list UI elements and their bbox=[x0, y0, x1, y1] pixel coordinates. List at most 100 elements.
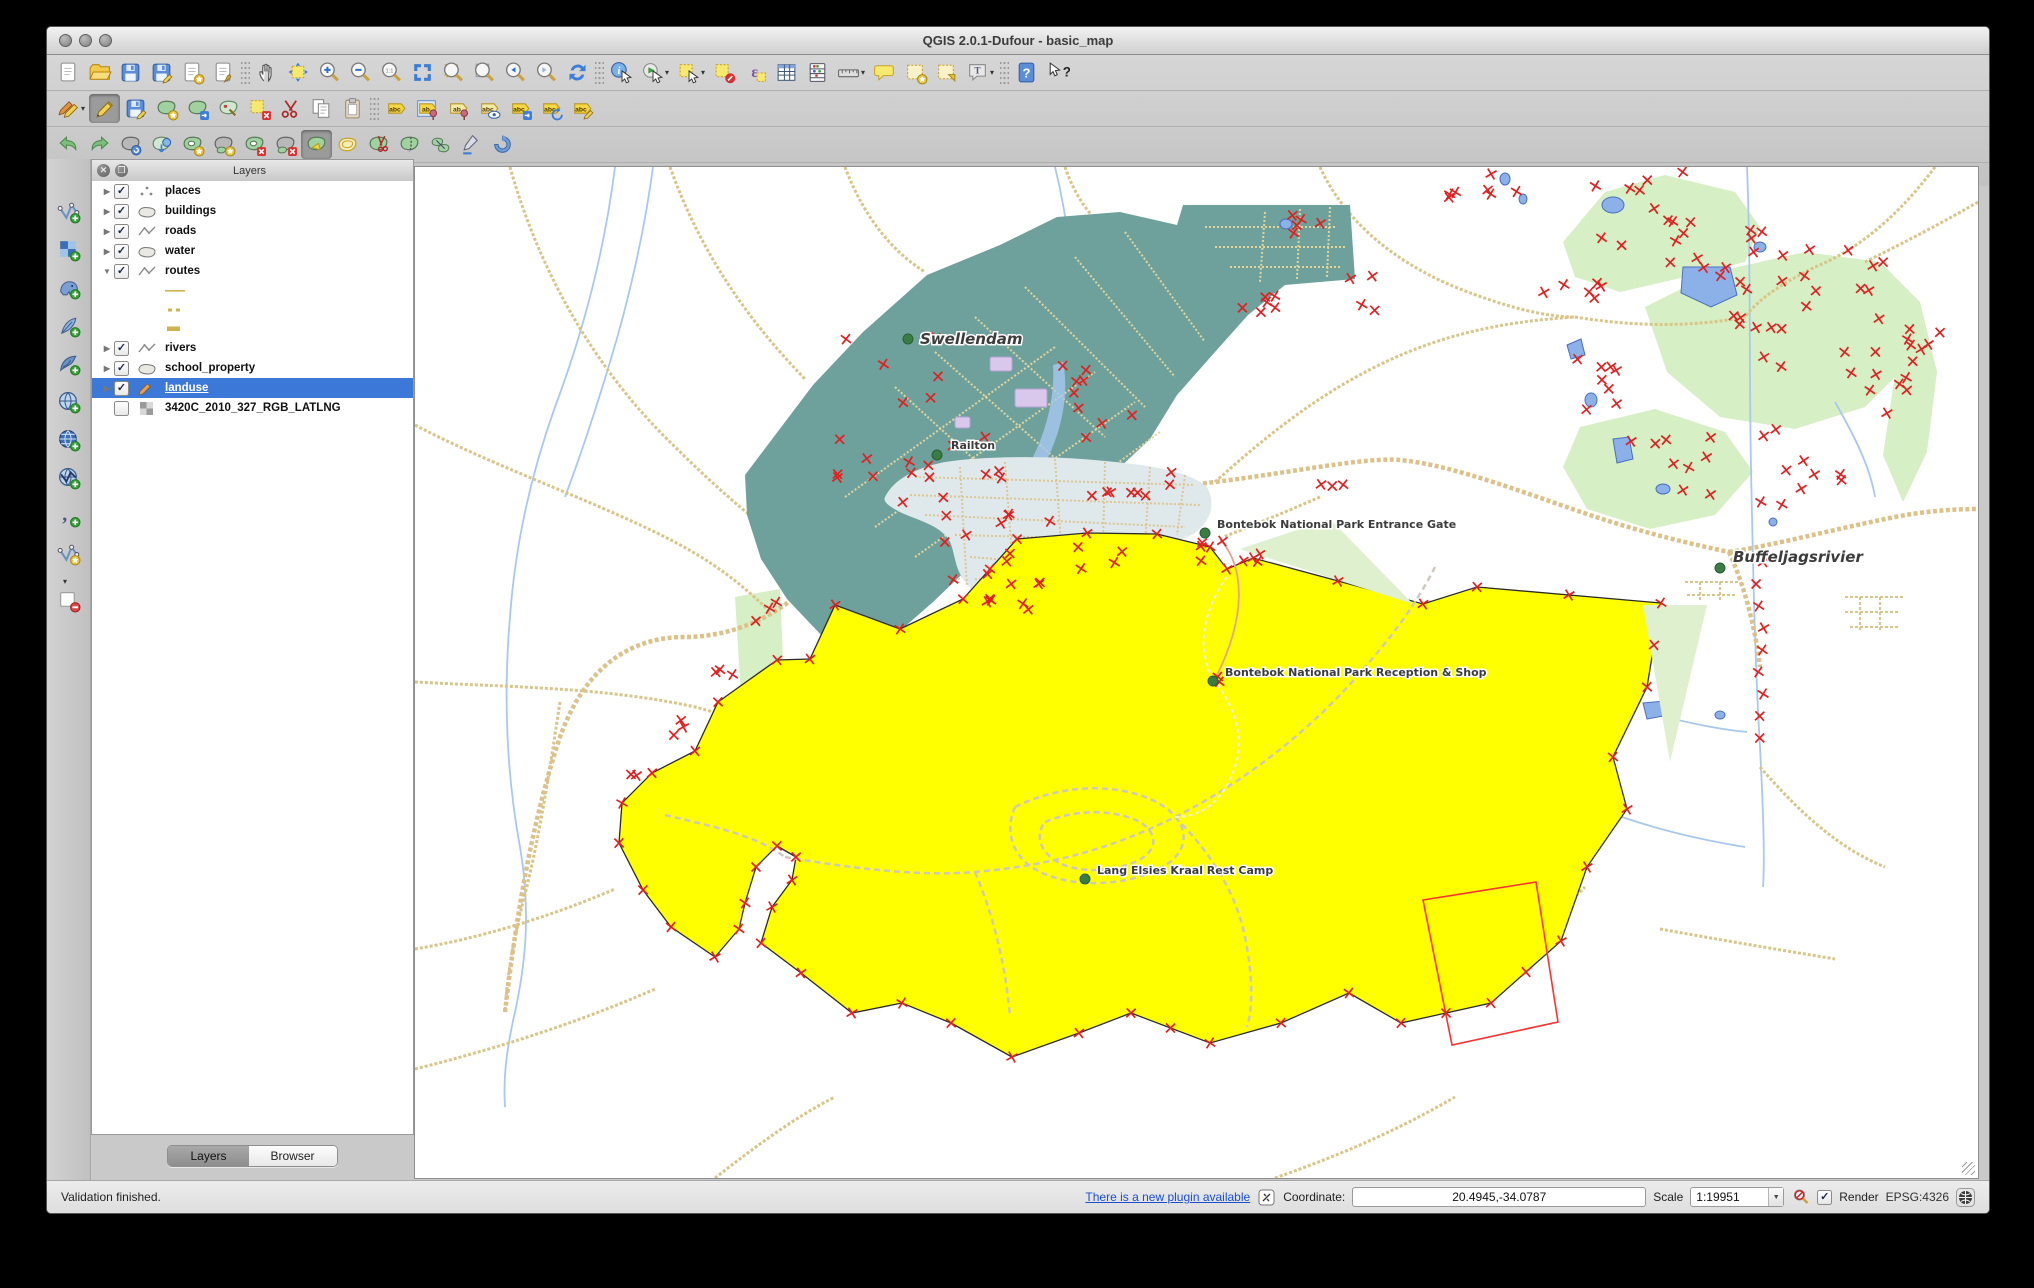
node-tool-button[interactable] bbox=[213, 94, 244, 123]
zoom-to-layer-button[interactable] bbox=[469, 58, 500, 87]
layer-item-school_property[interactable]: ▶ ✓ school_property bbox=[92, 358, 413, 378]
remove-layer-button[interactable] bbox=[53, 586, 84, 615]
add-wcs-layer-button[interactable] bbox=[53, 425, 84, 454]
open-project-button[interactable] bbox=[84, 58, 115, 87]
deselect-features-button[interactable] bbox=[709, 58, 740, 87]
field-calculator-button[interactable] bbox=[802, 58, 833, 87]
close-window-button[interactable] bbox=[59, 34, 72, 47]
refresh-button[interactable] bbox=[562, 58, 593, 87]
save-edits-button[interactable] bbox=[120, 94, 151, 123]
delete-selected-button[interactable] bbox=[244, 94, 275, 123]
copy-features-button[interactable] bbox=[306, 94, 337, 123]
pan-to-selection-button[interactable] bbox=[283, 58, 314, 87]
labeling-button[interactable]: abc bbox=[381, 94, 412, 123]
simplify-feature-button[interactable] bbox=[146, 130, 177, 159]
layer-expand-icon[interactable]: ▶ bbox=[100, 364, 114, 373]
whats-this-button[interactable]: ? bbox=[1042, 58, 1073, 87]
run-feature-action-button[interactable] bbox=[637, 58, 668, 87]
scale-dropdown-icon[interactable]: ▼ bbox=[1768, 1188, 1784, 1206]
attribute-table-button[interactable] bbox=[771, 58, 802, 87]
layer-item-water[interactable]: ▶ ✓ water bbox=[92, 241, 413, 261]
layer-item-landuse[interactable]: ▶ ✓ landuse bbox=[92, 378, 413, 398]
panel-tab-layers[interactable]: Layers bbox=[168, 1146, 249, 1166]
zoom-in-button[interactable] bbox=[314, 58, 345, 87]
new-project-button[interactable] bbox=[53, 58, 84, 87]
change-label-button[interactable]: abc bbox=[567, 94, 598, 123]
new-shapefile-layer-dropdown-icon[interactable]: ▾ bbox=[63, 577, 71, 586]
merge-features-button[interactable] bbox=[425, 130, 456, 159]
split-parts-button[interactable] bbox=[394, 130, 425, 159]
move-label-button[interactable]: abc bbox=[505, 94, 536, 123]
map-tips-button[interactable] bbox=[869, 58, 900, 87]
layer-expand-icon[interactable]: ▶ bbox=[100, 344, 114, 353]
delete-ring-button[interactable] bbox=[239, 130, 270, 159]
layer-visibility-checkbox[interactable]: ✓ bbox=[114, 243, 129, 259]
layer-item-buildings[interactable]: ▶ ✓ buildings bbox=[92, 201, 413, 221]
composer-manager-button[interactable] bbox=[208, 58, 239, 87]
magnifier-lock-icon[interactable] bbox=[1791, 1188, 1810, 1207]
add-feature-button[interactable] bbox=[151, 94, 182, 123]
select-by-expression-button[interactable]: ε bbox=[740, 58, 771, 87]
add-spatialite-layer-button[interactable] bbox=[53, 311, 84, 340]
layer-item-routes[interactable]: ▼ ✓ routes bbox=[92, 261, 413, 281]
layer-visibility-checkbox[interactable]: ✓ bbox=[114, 203, 129, 219]
show-bookmarks-button[interactable] bbox=[931, 58, 962, 87]
add-wfs-layer-button[interactable] bbox=[53, 463, 84, 492]
add-raster-layer-button[interactable] bbox=[53, 235, 84, 264]
layer-visibility-checkbox[interactable]: ✓ bbox=[114, 340, 129, 356]
measure-button[interactable] bbox=[833, 58, 864, 87]
crs-button[interactable] bbox=[1956, 1187, 1975, 1207]
zoom-next-button[interactable] bbox=[531, 58, 562, 87]
layer-expand-icon[interactable]: ▶ bbox=[100, 247, 114, 256]
minimize-window-button[interactable] bbox=[79, 34, 92, 47]
new-bookmark-button[interactable] bbox=[900, 58, 931, 87]
layer-visibility-checkbox[interactable]: ✓ bbox=[114, 360, 129, 376]
add-ring-button[interactable] bbox=[177, 130, 208, 159]
rotate-feature-button[interactable] bbox=[115, 130, 146, 159]
layer-item-rivers[interactable]: ▶ ✓ rivers bbox=[92, 338, 413, 358]
offset-curve-button[interactable] bbox=[332, 130, 363, 159]
help-button[interactable]: ? bbox=[1011, 58, 1042, 87]
coordinate-input[interactable]: 20.4945,-34.0787 bbox=[1352, 1187, 1647, 1207]
add-delimited-text-layer-button[interactable]: , bbox=[53, 501, 84, 530]
layer-visibility-checkbox[interactable]: ✓ bbox=[114, 183, 129, 199]
layer-expand-icon[interactable]: ▼ bbox=[100, 267, 114, 276]
panel-close-icon[interactable]: ✕ bbox=[97, 164, 110, 177]
toggle-editing-button[interactable] bbox=[89, 94, 120, 123]
plugin-available-link[interactable]: There is a new plugin available bbox=[1085, 1190, 1250, 1204]
zoom-last-button[interactable] bbox=[500, 58, 531, 87]
resize-grip[interactable] bbox=[1962, 1162, 1975, 1175]
move-feature-button[interactable] bbox=[182, 94, 213, 123]
layer-expand-icon[interactable]: ▶ bbox=[100, 187, 114, 196]
show-hide-labels-button[interactable]: abc bbox=[474, 94, 505, 123]
text-annotation-button[interactable]: T bbox=[962, 58, 993, 87]
zoom-native-button[interactable]: 1:1 bbox=[376, 58, 407, 87]
merge-attributes-button[interactable] bbox=[456, 130, 487, 159]
undo-button[interactable] bbox=[53, 130, 84, 159]
pan-map-button[interactable] bbox=[252, 58, 283, 87]
current-edits-button[interactable] bbox=[53, 94, 84, 123]
split-features-button[interactable] bbox=[363, 130, 394, 159]
scale-combo[interactable]: 1:19951 ▼ bbox=[1690, 1187, 1785, 1207]
redo-button[interactable] bbox=[84, 130, 115, 159]
add-mssql-layer-button[interactable] bbox=[53, 349, 84, 378]
layer-visibility-checkbox[interactable]: ✓ bbox=[114, 380, 129, 396]
delete-part-button[interactable] bbox=[270, 130, 301, 159]
panel-float-icon[interactable]: ❐ bbox=[115, 164, 128, 177]
layer-visibility-checkbox[interactable] bbox=[114, 400, 129, 416]
rotate-label-button[interactable]: abc bbox=[536, 94, 567, 123]
layer-expand-icon[interactable]: ▶ bbox=[100, 227, 114, 236]
add-part-button[interactable] bbox=[208, 130, 239, 159]
render-checkbox[interactable]: ✓ bbox=[1817, 1189, 1833, 1205]
layer-visibility-checkbox[interactable]: ✓ bbox=[114, 263, 129, 279]
add-wms-layer-button[interactable] bbox=[53, 387, 84, 416]
layer-expand-icon[interactable]: ▶ bbox=[100, 384, 114, 393]
save-project-as-button[interactable] bbox=[146, 58, 177, 87]
layer-item-places[interactable]: ▶ ✓ places bbox=[92, 181, 413, 201]
save-project-button[interactable] bbox=[115, 58, 146, 87]
zoom-full-button[interactable] bbox=[407, 58, 438, 87]
cut-features-button[interactable] bbox=[275, 94, 306, 123]
layer-item-roads[interactable]: ▶ ✓ roads bbox=[92, 221, 413, 241]
panel-tab-browser[interactable]: Browser bbox=[248, 1146, 337, 1166]
paste-features-button[interactable] bbox=[337, 94, 368, 123]
